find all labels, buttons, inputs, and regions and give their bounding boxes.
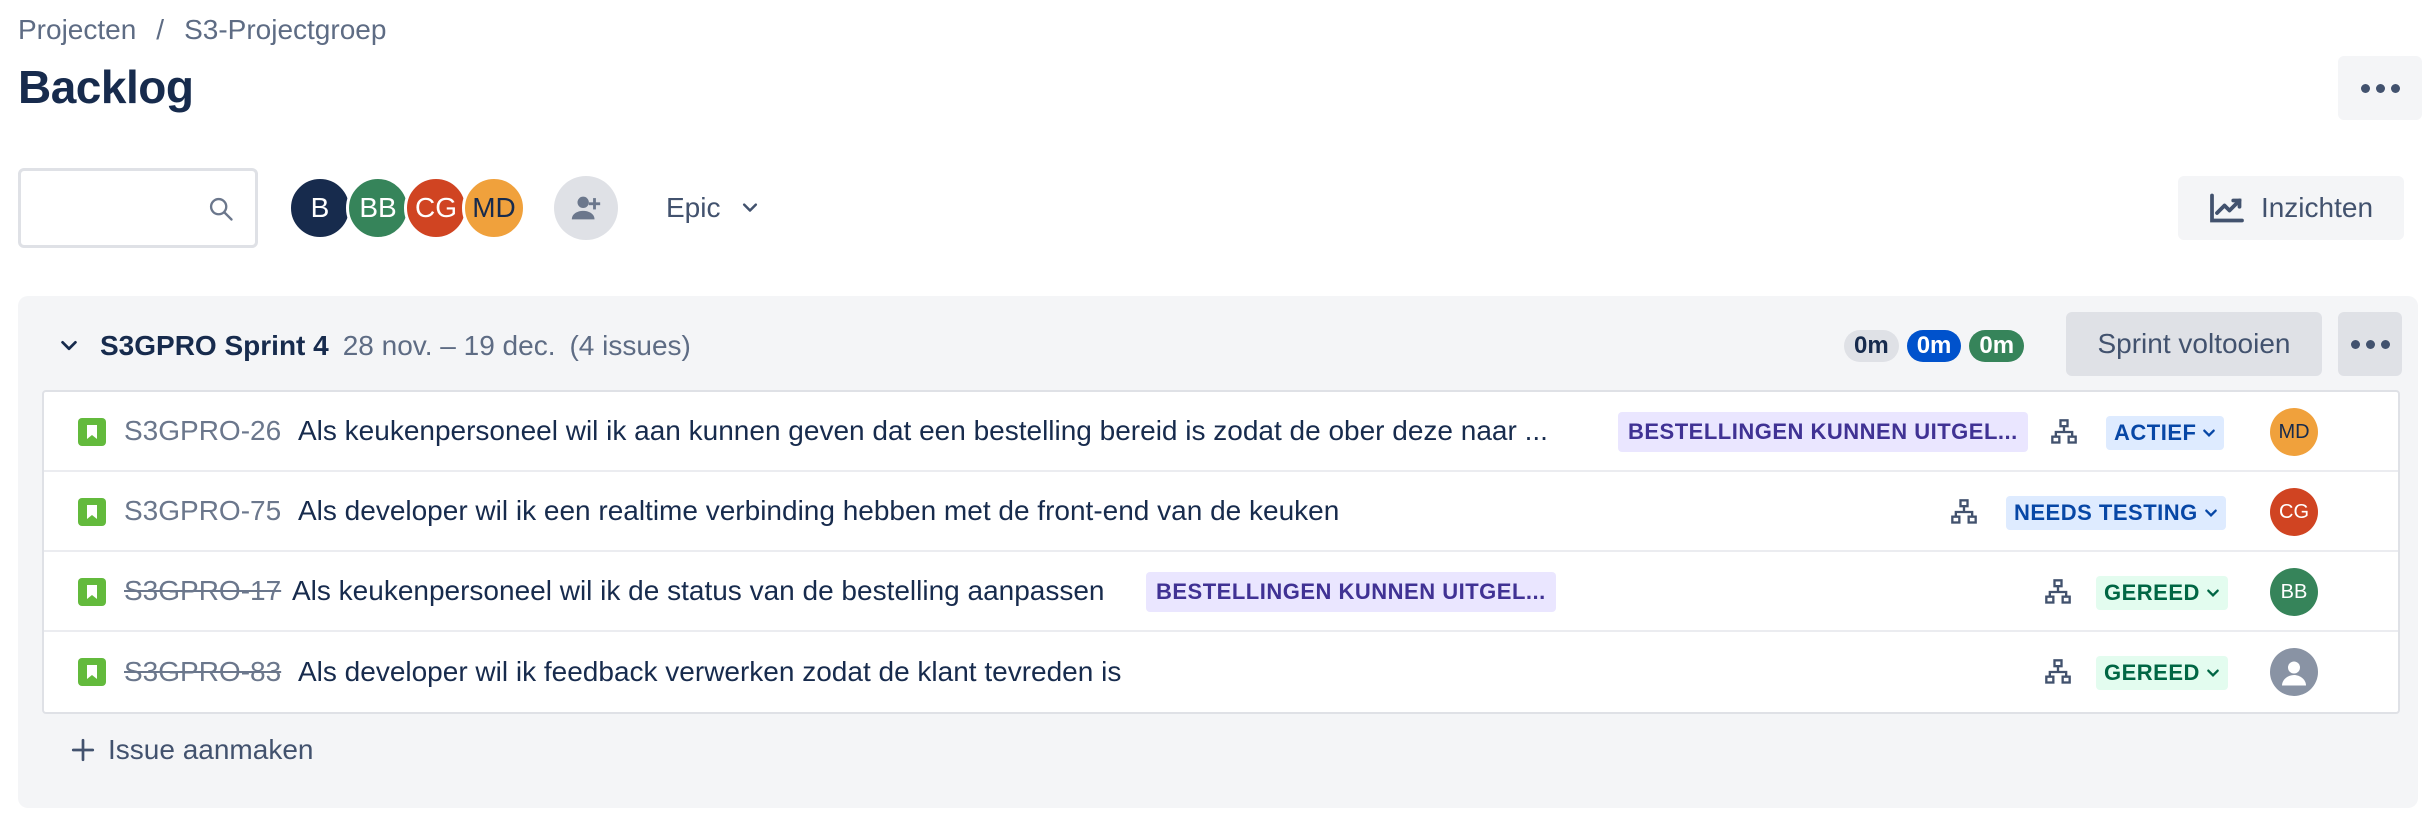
child-issues-icon[interactable] [2050, 418, 2078, 446]
status-dropdown[interactable]: NEEDS TESTING [2006, 496, 2226, 530]
chevron-down-icon[interactable] [58, 335, 80, 357]
avatar-initials: CG [415, 192, 457, 223]
more-dot-icon [2365, 339, 2375, 349]
issue-summary: Als keukenpersoneel wil ik aan kunnen ge… [298, 415, 1548, 446]
estimate-chips: 0m 0m 0m [1844, 330, 2025, 362]
issue-summary: Als developer wil ik feedback verwerken … [298, 656, 1122, 687]
estimate-done-badge: 0m [1969, 330, 2025, 362]
create-issue-button[interactable]: Issue aanmaken [70, 734, 313, 766]
status-label: NEEDS TESTING [2014, 500, 2198, 525]
more-dot-icon [2375, 83, 2385, 93]
breadcrumb-separator: / [156, 14, 165, 45]
plus-icon [71, 738, 95, 762]
person-icon [2282, 661, 2306, 686]
epic-filter-dropdown[interactable]: Epic [650, 176, 776, 240]
avatar-filter-group: B BB CG MD [288, 176, 526, 240]
sprint-header: S3GPRO Sprint 4 28 nov. – 19 dec. (4 iss… [58, 330, 691, 362]
chevron-down-icon [2204, 509, 2217, 517]
assignee-avatar[interactable]: MD [2270, 408, 2318, 456]
breadcrumb-project-link[interactable]: S3-Projectgroep [184, 14, 386, 46]
avatar-filter[interactable]: CG [404, 176, 468, 240]
status-label: ACTIEF [2114, 420, 2197, 445]
issue-key[interactable]: S3GPRO-17 [124, 575, 281, 607]
chevron-down-icon [2203, 429, 2216, 437]
issue-key[interactable]: S3GPRO-26 [124, 415, 281, 447]
story-icon [78, 418, 106, 446]
avatar-filter[interactable]: BB [346, 176, 410, 240]
story-icon [78, 498, 106, 526]
status-dropdown[interactable]: GEREED [2096, 576, 2228, 610]
chevron-down-icon [2207, 589, 2219, 597]
epic-filter-label: Epic [666, 192, 721, 223]
status-dropdown[interactable]: GEREED [2096, 656, 2228, 690]
unassigned-avatar[interactable] [2270, 648, 2318, 696]
avatar-initials: MD [472, 192, 516, 223]
issue-row[interactable]: S3GPRO-83 Als developer wil ik feedback … [44, 632, 2398, 712]
breadcrumb: Projecten / S3-Projectgroep [18, 14, 386, 46]
story-icon [78, 578, 106, 606]
more-dot-icon [2360, 83, 2370, 93]
avatar-filter[interactable]: B [288, 176, 352, 240]
more-dot-icon [2350, 339, 2360, 349]
sprint-issue-count: (4 issues) [569, 330, 691, 361]
avatar-initials: B [310, 192, 330, 223]
status-dropdown[interactable]: ACTIEF [2106, 416, 2225, 450]
assignee-avatar[interactable]: BB [2270, 568, 2318, 616]
story-icon [78, 658, 106, 686]
sprint-name: S3GPRO Sprint 4 [100, 330, 329, 361]
chart-trend-icon [2210, 193, 2244, 223]
epic-lozenge[interactable]: BESTELLINGEN KUNNEN UITGEL... [1618, 412, 2028, 452]
breadcrumb-projects-link[interactable]: Projecten [18, 14, 136, 46]
issue-list: S3GPRO-26 Als keukenpersoneel wil ik aan… [42, 390, 2400, 714]
issue-key[interactable]: S3GPRO-75 [124, 495, 281, 527]
issue-summary: Als developer wil ik een realtime verbin… [298, 495, 1340, 526]
status-label: GEREED [2104, 660, 2200, 685]
child-issues-icon[interactable] [2044, 578, 2072, 606]
issue-summary: Als keukenpersoneel wil ik de status van… [292, 575, 1105, 606]
more-actions-button[interactable] [2338, 56, 2422, 120]
create-issue-label: Issue aanmaken [108, 734, 314, 765]
status-label: GEREED [2104, 580, 2200, 605]
page-title: Backlog [18, 61, 194, 113]
assignee-avatar[interactable]: CG [2270, 488, 2318, 536]
search-icon [209, 197, 233, 221]
add-person-icon [571, 196, 601, 220]
child-issues-icon[interactable] [1950, 498, 1978, 526]
sprint-container: S3GPRO Sprint 4 28 nov. – 19 dec. (4 iss… [18, 296, 2418, 808]
chevron-down-icon [2207, 669, 2219, 677]
epic-lozenge[interactable]: BESTELLINGEN KUNNEN UITGEL... [1146, 572, 1556, 612]
issue-key[interactable]: S3GPRO-83 [124, 656, 281, 688]
issue-row[interactable]: S3GPRO-75 Als developer wil ik een realt… [44, 472, 2398, 552]
complete-sprint-button[interactable]: Sprint voltooien [2066, 312, 2322, 376]
issue-row[interactable]: S3GPRO-26 Als keukenpersoneel wil ik aan… [44, 392, 2398, 472]
sprint-more-button[interactable] [2338, 312, 2402, 376]
avatar-initials: BB [359, 192, 397, 223]
more-dot-icon [2390, 83, 2400, 93]
avatar-filter[interactable]: MD [462, 176, 526, 240]
child-issues-icon[interactable] [2044, 658, 2072, 686]
estimate-inprogress-badge: 0m [1906, 330, 1962, 362]
sprint-dates: 28 nov. – 19 dec. [342, 330, 556, 361]
more-dot-icon [2380, 339, 2390, 349]
insights-button[interactable]: Inzichten [2178, 176, 2404, 240]
chevron-down-icon [743, 203, 758, 212]
insights-label: Inzichten [2260, 192, 2374, 223]
search-input[interactable] [18, 168, 258, 248]
estimate-todo-badge: 0m [1844, 330, 1899, 362]
issue-row[interactable]: S3GPRO-17 Als keukenpersoneel wil ik de … [44, 552, 2398, 632]
add-people-button[interactable] [554, 176, 618, 240]
